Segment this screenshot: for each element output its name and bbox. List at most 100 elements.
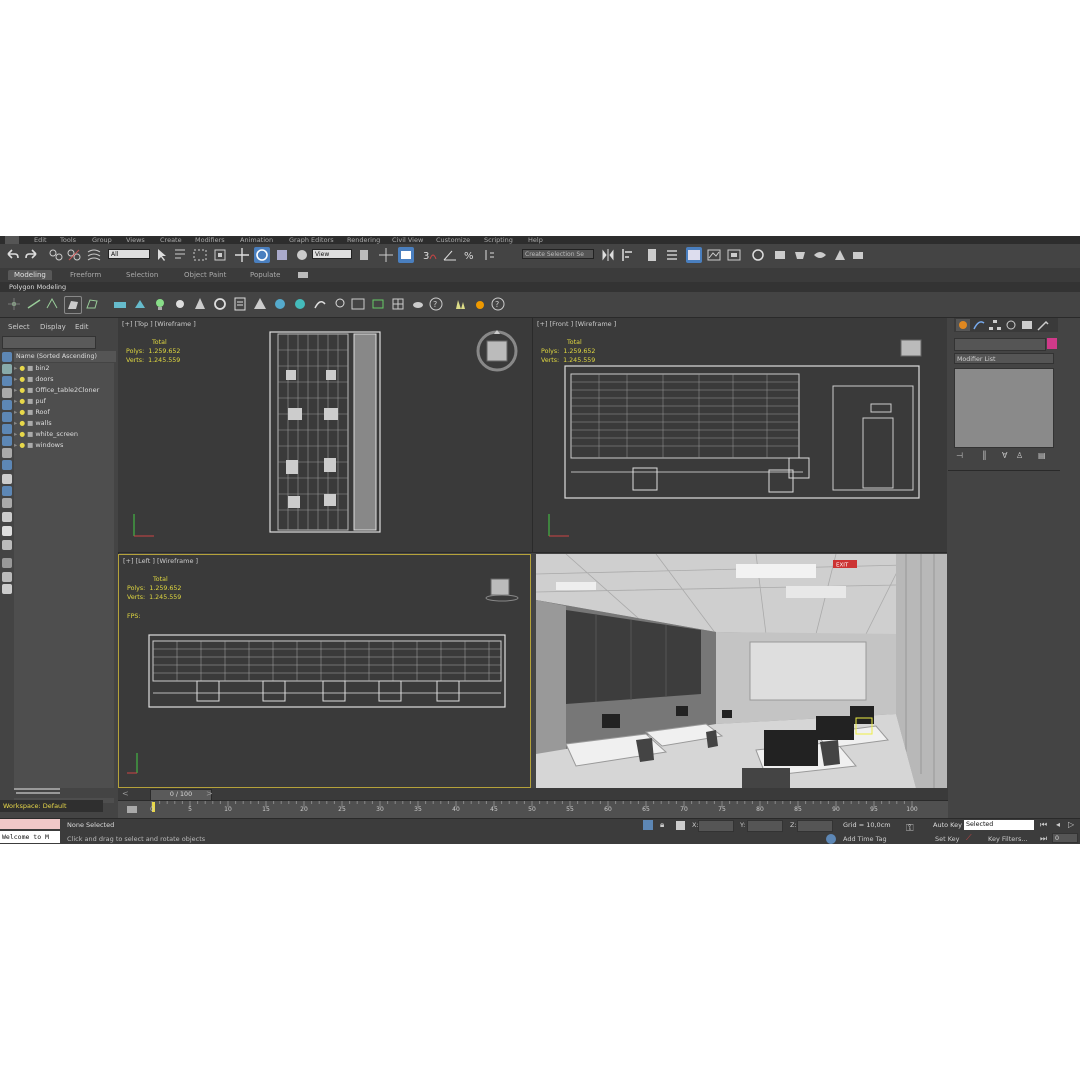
schematic-view-icon[interactable] — [706, 247, 722, 263]
unlink-icon[interactable] — [66, 247, 82, 263]
window-crossing-icon[interactable] — [212, 247, 228, 263]
grid-box-icon[interactable] — [390, 296, 406, 312]
render-setup-icon[interactable] — [750, 247, 766, 263]
menu-edit[interactable]: Edit — [34, 236, 47, 244]
prev-frame-icon[interactable]: < — [122, 789, 129, 798]
paint-icon[interactable] — [312, 296, 328, 312]
modifier-stack[interactable] — [954, 368, 1054, 448]
time-slider[interactable]: 0 / 100 < > — [118, 788, 948, 801]
angle-snap-icon[interactable] — [442, 247, 458, 263]
viewcube-front[interactable] — [897, 338, 927, 360]
hierarchy-tab-icon[interactable] — [988, 319, 1002, 331]
material-editor-icon[interactable] — [726, 247, 742, 263]
menu-tools[interactable]: Tools — [60, 236, 76, 244]
keyboard-shortcut-override-icon[interactable] — [398, 247, 414, 263]
display-tab-icon[interactable] — [1020, 319, 1034, 331]
menu-graph-editors[interactable]: Graph Editors — [289, 236, 334, 244]
create-shapes-icon[interactable] — [112, 296, 128, 312]
link-icon[interactable] — [48, 247, 64, 263]
make-unique-icon[interactable]: ∀ — [1002, 451, 1007, 460]
list-item[interactable]: ▸ ● ■ walls — [14, 418, 112, 429]
teal-sphere-icon[interactable] — [292, 296, 308, 312]
rect-selection-icon[interactable] — [192, 247, 208, 263]
ribbon-options-icon[interactable] — [298, 272, 308, 278]
list-item[interactable]: ▸ ● ■ Roof — [14, 407, 112, 418]
vertex-icon[interactable] — [6, 296, 22, 312]
next-frame-icon[interactable]: > — [206, 789, 213, 798]
tab-populate[interactable]: Populate — [250, 270, 280, 280]
x-coordinate-field[interactable] — [698, 820, 734, 832]
select-by-name-icon[interactable] — [172, 247, 188, 263]
viewport-left-label[interactable]: [+] [Left ] [Wireframe ] — [123, 557, 198, 565]
key-mode-dropdown[interactable]: Selected — [964, 820, 1034, 830]
add-time-tag[interactable]: Add Time Tag — [843, 835, 887, 843]
selection-lock-icon[interactable]: 🔒︎ — [660, 820, 664, 830]
modifier-list-dropdown[interactable]: Modifier List — [954, 353, 1054, 364]
layer-manager-icon[interactable] — [644, 247, 660, 263]
menu-rendering[interactable]: Rendering — [347, 236, 380, 244]
groups-filter-icon[interactable] — [2, 448, 12, 458]
pin-stack-icon[interactable]: ⊣ — [956, 451, 963, 460]
scene-search-input[interactable] — [2, 336, 96, 349]
frame-icon[interactable] — [350, 296, 366, 312]
z-coordinate-field[interactable] — [797, 820, 833, 832]
menu-views[interactable]: Views — [126, 236, 145, 244]
xrefs-filter-icon[interactable] — [2, 460, 12, 470]
scene-menu-edit[interactable]: Edit — [75, 323, 89, 331]
app-menu-icon[interactable] — [5, 236, 19, 244]
rendered-frame-window-icon[interactable] — [772, 247, 788, 263]
layer-toggle-icon[interactable] — [2, 526, 12, 536]
warning-icon[interactable] — [252, 296, 268, 312]
scene-column-header[interactable]: Name (Sorted Ascending) — [14, 351, 116, 362]
display-none-icon[interactable] — [2, 352, 12, 362]
helpers-filter-icon[interactable] — [2, 424, 12, 434]
viewcube-left[interactable] — [485, 577, 521, 603]
viewport-top[interactable]: [+] [Top ] [Wireframe ] Total Polys: 1.2… — [118, 318, 533, 553]
viewcube-top[interactable] — [474, 328, 520, 374]
help-icon-2[interactable]: ? — [490, 296, 506, 312]
move-icon[interactable] — [234, 247, 250, 263]
cameras-filter-icon[interactable] — [2, 412, 12, 422]
menu-scripting[interactable]: Scripting — [484, 236, 513, 244]
render-production-icon[interactable] — [792, 247, 808, 263]
element-icon[interactable] — [84, 296, 100, 312]
find-icon[interactable] — [2, 572, 12, 582]
viewport-left[interactable]: [+] [Left ] [Wireframe ] Total Polys: 1.… — [118, 554, 531, 788]
scene-menu-display[interactable]: Display — [40, 323, 66, 331]
graphite-toggle-icon[interactable] — [664, 247, 680, 263]
ribbon-panel-label[interactable]: Polygon Modeling — [9, 282, 66, 292]
tab-freeform[interactable]: Freeform — [70, 270, 101, 280]
bones-filter-icon[interactable] — [2, 474, 12, 484]
cone-icon[interactable] — [192, 296, 208, 312]
sphere-icon[interactable] — [272, 296, 288, 312]
collapse-icon[interactable] — [2, 584, 12, 594]
geometry-filter-icon[interactable] — [2, 376, 12, 386]
spacewarps-filter-icon[interactable] — [2, 436, 12, 446]
redo-icon[interactable] — [24, 247, 40, 263]
show-end-result-icon[interactable]: ║ — [982, 451, 987, 460]
menu-group[interactable]: Group — [92, 236, 112, 244]
reference-coordinate-dropdown[interactable]: View — [312, 249, 352, 259]
workspace-selector[interactable]: Workspace: Default — [0, 800, 103, 812]
tab-selection[interactable]: Selection — [126, 270, 158, 280]
list-item[interactable]: ▸ ● ■ bin2 — [14, 363, 112, 374]
bulb-outline-icon[interactable] — [332, 296, 348, 312]
sun-icon[interactable] — [172, 296, 188, 312]
scene-menu-select[interactable]: Select — [8, 323, 30, 331]
menu-civil-view[interactable]: Civil View — [392, 236, 423, 244]
motion-tab-icon[interactable] — [1004, 319, 1018, 331]
create-tab-icon[interactable] — [956, 319, 970, 331]
green-box-icon[interactable] — [370, 296, 386, 312]
set-key-icon[interactable]: ⟋ — [966, 833, 972, 843]
document-icon[interactable] — [232, 296, 248, 312]
prev-key-icon[interactable]: ◂ — [1056, 820, 1060, 829]
viewport-top-label[interactable]: [+] [Top ] [Wireframe ] — [122, 320, 196, 328]
tab-modeling[interactable]: Modeling — [8, 270, 52, 280]
containers-filter-icon[interactable] — [2, 486, 12, 496]
go-to-start-icon[interactable]: ⏮ — [1040, 820, 1047, 830]
populate-flow-icon[interactable] — [472, 296, 488, 312]
viewport-front-label[interactable]: [+] [Front ] [Wireframe ] — [537, 320, 616, 328]
hidden-filter-icon[interactable] — [2, 512, 12, 522]
curve-editor-icon[interactable] — [686, 247, 702, 263]
maxscript-listener-top[interactable] — [0, 819, 60, 829]
